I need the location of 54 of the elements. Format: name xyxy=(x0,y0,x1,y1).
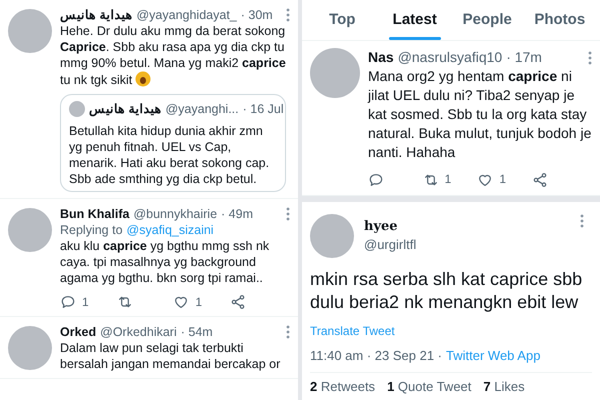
more-icon[interactable] xyxy=(286,8,290,22)
stat-link[interactable]: 2 Retweets xyxy=(310,376,376,396)
user-handle: @Orkedhikari xyxy=(100,324,177,340)
avatar[interactable] xyxy=(8,208,52,252)
user-handle: @bunnykhairie xyxy=(133,206,218,222)
tweet-text: aku klu caprice yg bgthu mmg ssh nk caya. tpi masalhnya yg background agama yg bgthu. bkn sorg tpi ramai.. xyxy=(60,238,270,286)
stat-link[interactable]: 1 Quote Tweet xyxy=(387,376,472,396)
reply-icon[interactable] xyxy=(368,172,384,188)
share-icon[interactable] xyxy=(532,172,548,188)
tweet-text: mkin rsa serba slh kat caprice sbb dulu beria2 nk menangkn ebit lew xyxy=(310,268,584,314)
replying-label: Replying to xyxy=(60,222,123,238)
quoted-text: Betullah kita hidup dunia akhir zmn yg penuh fitnah. UEL vs Cap, menarik. Hati aku berat sokong cap. Sbb ade smthing yg dia ckp betul. xyxy=(69,123,270,187)
tweet-time: · 30m xyxy=(240,7,273,23)
action-count: 1 xyxy=(444,171,452,188)
user-handle: @urgirltfl xyxy=(364,236,416,254)
user-name: هيداية هانيس xyxy=(60,7,132,23)
like-icon[interactable] xyxy=(173,294,190,310)
tweet-text: Dalam law pun selagi tak terbukti bersalah jangan memandai bercakap or xyxy=(60,340,282,372)
share-icon[interactable] xyxy=(230,294,246,310)
retweet-icon[interactable] xyxy=(422,172,439,188)
user-name: hyee xyxy=(364,218,399,236)
tweet-time: · 17m xyxy=(506,48,542,67)
user-handle: @yayanghidayat_ xyxy=(136,7,237,23)
user-handle: @nasrulsyafiq10 xyxy=(398,48,502,67)
user-name: هيداية هانيس xyxy=(89,101,162,117)
avatar[interactable] xyxy=(310,48,360,98)
stat-link[interactable]: 7 Likes xyxy=(483,376,525,396)
tweet-timestamp: 11:40 am · 23 Sep 21 · xyxy=(310,347,442,365)
tweet-time: · 54m xyxy=(180,324,213,340)
avatar[interactable] xyxy=(8,9,52,53)
more-icon[interactable] xyxy=(286,207,290,221)
reply-icon[interactable] xyxy=(60,294,76,310)
more-icon[interactable] xyxy=(286,325,290,339)
user-name: Nas xyxy=(368,48,394,67)
more-icon[interactable] xyxy=(580,214,584,228)
user-handle: @yayanghi... xyxy=(165,101,239,117)
user-name: Bun Khalifa xyxy=(60,206,130,222)
retweet-icon[interactable] xyxy=(116,294,133,310)
tweet-time: · 49m xyxy=(221,206,253,222)
tab[interactable]: Top xyxy=(306,0,378,40)
user-name: Orked xyxy=(60,324,96,340)
avatar[interactable] xyxy=(8,326,52,370)
action-count: 1 xyxy=(82,294,89,310)
tab[interactable]: People xyxy=(451,0,524,40)
tweet-time: · 16 Jul xyxy=(242,101,284,117)
avatar[interactable] xyxy=(310,214,354,258)
tab[interactable]: Photos xyxy=(524,0,596,40)
action-count: 1 xyxy=(195,294,202,310)
tweet-text: Mana org2 yg hentam caprice ni jilat UEL dulu ni? Tiba2 senyap je kat sosmed. Sbb tu la org kata stay natural. Buka mulut, tunjuk bodoh je nanti. Hahaha xyxy=(368,67,592,162)
tweet-text: Hehe. Dr dulu aku mmg da berat sokong Caprice. Sbb aku rasa apa yg dia ckp tu mmg 90% betul. Mana yg maki2 caprice tu nk tgk sikit xyxy=(60,23,287,88)
tab[interactable]: Latest xyxy=(378,0,451,40)
avatar xyxy=(69,101,85,117)
more-icon[interactable] xyxy=(588,50,592,64)
action-count: 1 xyxy=(499,171,506,188)
